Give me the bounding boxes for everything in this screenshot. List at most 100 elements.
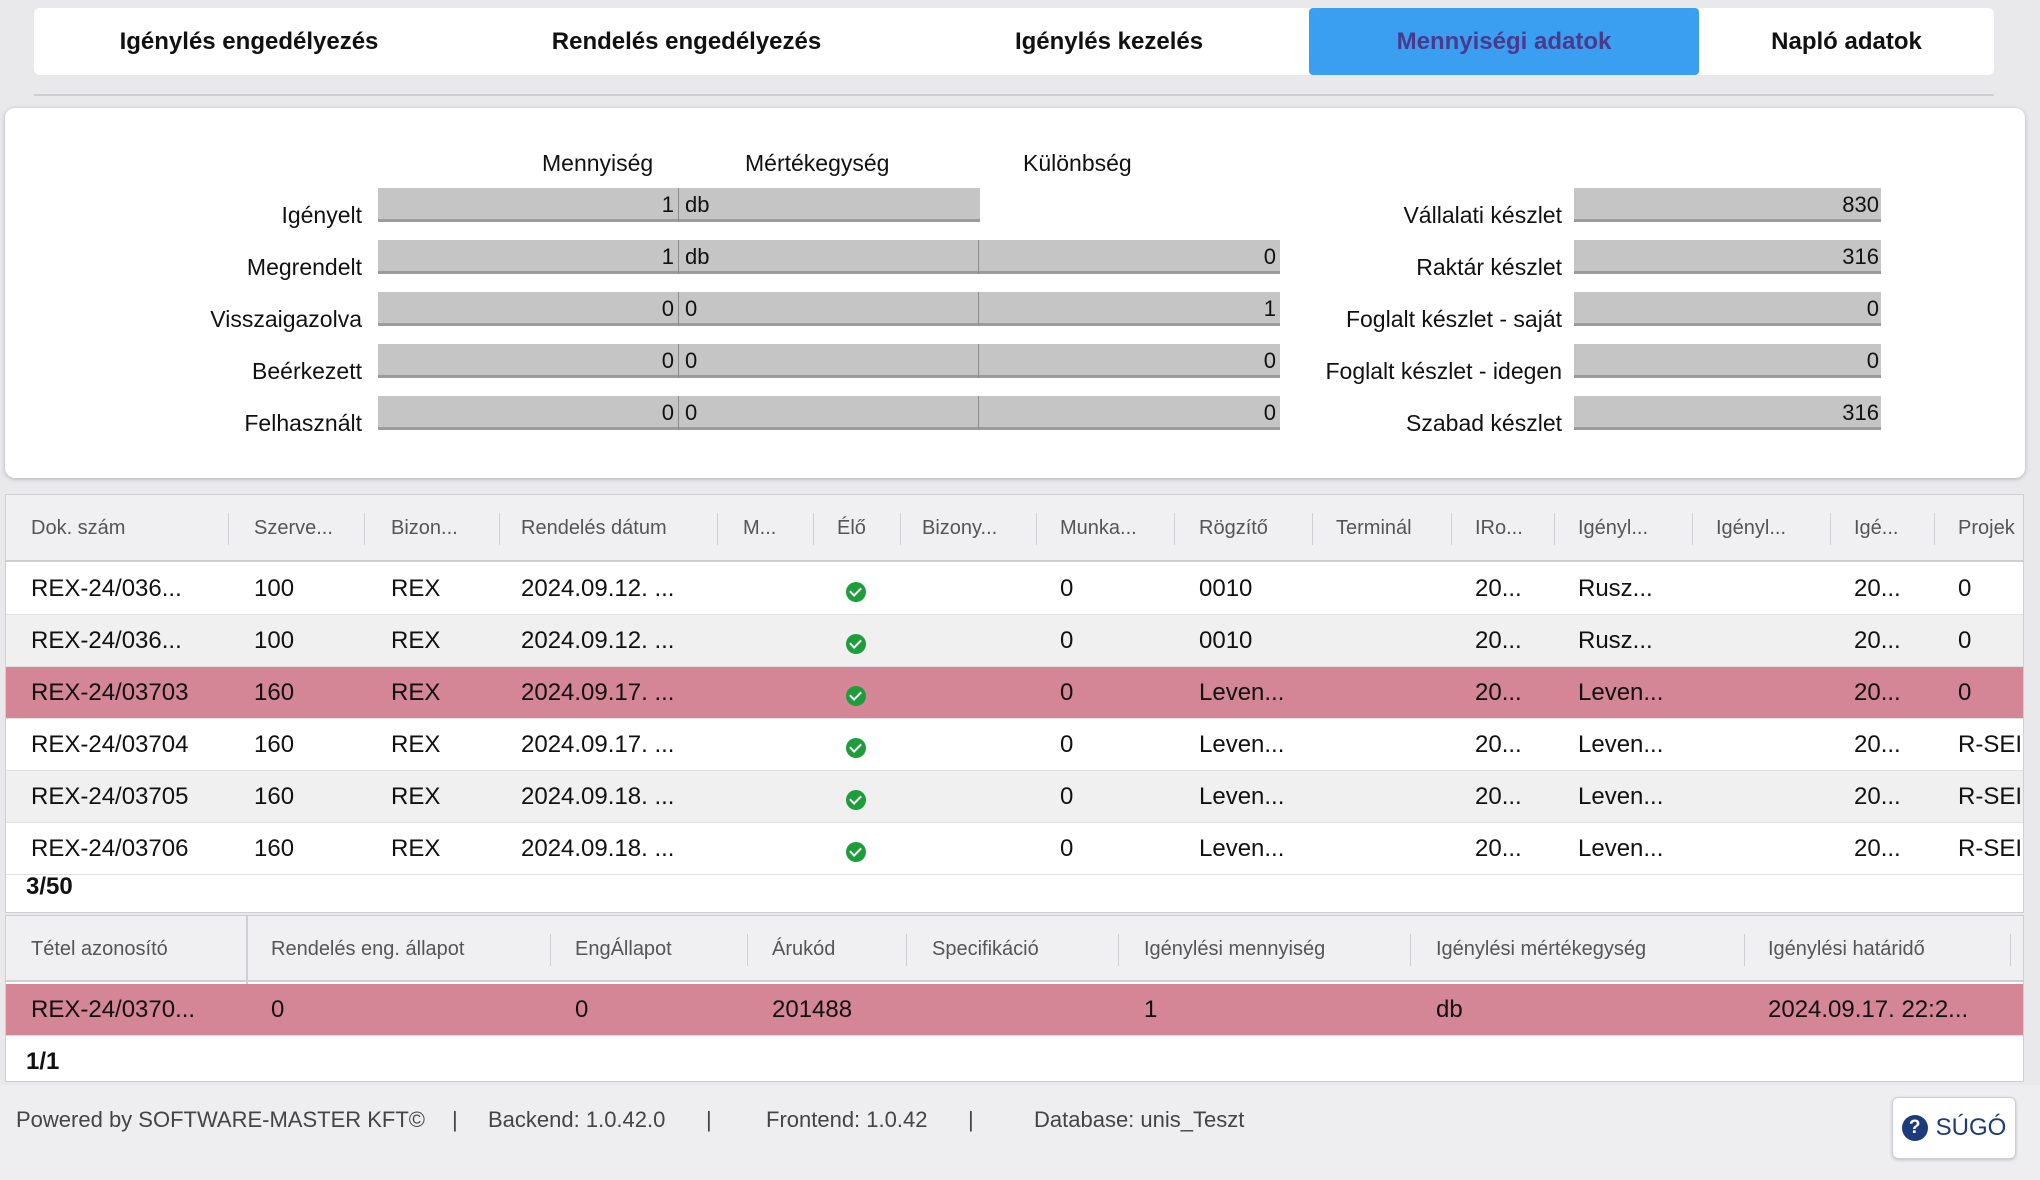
col-arukod[interactable]: Árukód bbox=[772, 916, 892, 982]
header-mertekegyseg: Mértékegység bbox=[745, 150, 890, 176]
col-eng-allapot[interactable]: EngÁllapot bbox=[575, 916, 735, 982]
tab-mennyisegi-adatok[interactable]: Mennyiségi adatok bbox=[1309, 8, 1699, 75]
col-specifikacio[interactable]: Specifikáció bbox=[932, 916, 1102, 982]
col-igenylesi-mertekegyseg[interactable]: Igénylési mértékegység bbox=[1436, 916, 1736, 982]
col-m[interactable]: M... bbox=[743, 495, 803, 562]
help-button[interactable]: ? SÚGÓ bbox=[1892, 1097, 2016, 1159]
col-projekt[interactable]: Projek bbox=[1958, 495, 2023, 562]
table-row[interactable]: REX-24/03706 160 REX 2024.09.18. ... 0 Leven.… bbox=[6, 823, 2023, 875]
table-row[interactable]: REX-24/03703 160 REX 2024.09.17. ... 0 Leven.… bbox=[6, 667, 2023, 719]
column-divider[interactable] bbox=[2010, 934, 2011, 966]
col-munkaszam[interactable]: Munka... bbox=[1060, 495, 1160, 562]
column-divider[interactable] bbox=[1744, 934, 1745, 966]
col-bizonylat-tipus[interactable]: Bizon... bbox=[391, 495, 491, 562]
foglalt-sajat-value: 0 bbox=[1574, 292, 1881, 326]
tab-naplo-adatok[interactable]: Napló adatok bbox=[1699, 8, 1994, 75]
column-divider[interactable] bbox=[813, 513, 814, 545]
cell-rogzito: Leven... bbox=[1199, 783, 1285, 810]
cell-projekt: 0 bbox=[1958, 575, 1972, 602]
footer: Powered by SOFTWARE-MASTER KFT© | Backen… bbox=[0, 1085, 2040, 1180]
footer-database: Database: unis_Teszt bbox=[1034, 1107, 1245, 1132]
igenyelt-qty: 1 bbox=[661, 192, 674, 217]
col-rendeles-datum[interactable]: Rendelés dátum bbox=[521, 495, 691, 562]
cell-rendeles-datum: 2024.09.17. ... bbox=[521, 679, 675, 706]
column-divider[interactable] bbox=[747, 934, 748, 966]
col-dok-szam[interactable]: Dok. szám bbox=[31, 495, 221, 562]
cell-szervezet: 100 bbox=[254, 575, 295, 602]
column-divider[interactable] bbox=[717, 513, 718, 545]
col-elo[interactable]: Élő bbox=[837, 495, 897, 562]
column-divider[interactable] bbox=[1036, 513, 1037, 545]
cell-rendeles-datum: 2024.09.17. ... bbox=[521, 731, 675, 758]
col-terminal[interactable]: Terminál bbox=[1336, 495, 1446, 562]
col-igenylo-1[interactable]: Igényl... bbox=[1578, 495, 1678, 562]
tab-rendeles-engedelyezes[interactable]: Rendelés engedélyezés bbox=[464, 8, 909, 75]
cell-munkaszam: 0 bbox=[1060, 783, 1074, 810]
column-divider[interactable] bbox=[1410, 934, 1411, 966]
table-row[interactable]: REX-24/0370... 0 0 201488 1 db 2024.09.1… bbox=[6, 984, 2023, 1036]
cell-rogzito: Leven... bbox=[1199, 731, 1285, 758]
col-rogzito[interactable]: Rögzítő bbox=[1199, 495, 1299, 562]
col-rendeles-eng-allapot[interactable]: Rendelés eng. állapot bbox=[271, 916, 511, 982]
col-igenylo-2[interactable]: Igényl... bbox=[1716, 495, 1816, 562]
cell-igenylo: Leven... bbox=[1578, 731, 1664, 758]
col-tetel-azonosito[interactable]: Tétel azonosító bbox=[31, 916, 241, 982]
col-iro[interactable]: IRo... bbox=[1475, 495, 1545, 562]
cell-dok-szam: REX-24/036... bbox=[31, 575, 182, 602]
tab-igenyles-kezeles[interactable]: Igénylés kezelés bbox=[909, 8, 1309, 75]
check-circle-icon bbox=[846, 790, 866, 810]
column-divider[interactable] bbox=[1830, 513, 1831, 545]
label-vallalati-keszlet: Vállalati készlet bbox=[1403, 202, 1562, 228]
table-row[interactable]: REX-24/036... 100 REX 2024.09.12. ... 0 0010 2… bbox=[6, 563, 2023, 615]
visszaigazolva-unit: 0 bbox=[685, 296, 698, 321]
column-divider[interactable] bbox=[1934, 513, 1935, 545]
column-divider[interactable] bbox=[1554, 513, 1555, 545]
cell-rogzito: Leven... bbox=[1199, 835, 1285, 862]
label-foglalt-idegen: Foglalt készlet - idegen bbox=[1325, 358, 1562, 384]
cell-iro: 20... bbox=[1475, 731, 1522, 758]
cell-rendeles-eng-allapot: 0 bbox=[271, 996, 285, 1023]
column-divider[interactable] bbox=[906, 934, 907, 966]
orders-grid-header: Dok. szám Szerve... Bizon... Rendelés dá… bbox=[6, 495, 2023, 562]
megrendelt-unit: db bbox=[685, 244, 710, 269]
cell-szervezet: 160 bbox=[254, 835, 295, 862]
cell-rendeles-datum: 2024.09.18. ... bbox=[521, 835, 675, 862]
column-divider[interactable] bbox=[1451, 513, 1452, 545]
column-divider[interactable] bbox=[900, 513, 901, 545]
table-row[interactable]: REX-24/036... 100 REX 2024.09.12. ... 0 0010 2… bbox=[6, 615, 2023, 667]
megrendelt-field: 1 db 0 bbox=[378, 240, 1280, 274]
col-szervezet[interactable]: Szerve... bbox=[254, 495, 354, 562]
cell-szervezet: 160 bbox=[254, 783, 295, 810]
column-divider[interactable] bbox=[1174, 513, 1175, 545]
column-divider[interactable] bbox=[550, 934, 551, 966]
col-igenylesi-hatarido[interactable]: Igénylési határidő bbox=[1768, 916, 1988, 982]
cell-rendeles-datum: 2024.09.12. ... bbox=[521, 575, 675, 602]
col-bizonylat[interactable]: Bizony... bbox=[922, 495, 1022, 562]
col-igeny-datum[interactable]: Igé... bbox=[1854, 495, 1924, 562]
cell-projekt: 0 bbox=[1958, 627, 1972, 654]
label-visszaigazolva: Visszaigazolva bbox=[210, 306, 362, 332]
cell-bizonylat-tipus: REX bbox=[391, 731, 441, 758]
col-igenylesi-mennyiseg[interactable]: Igénylési mennyiség bbox=[1144, 916, 1394, 982]
footer-separator: | bbox=[452, 1107, 458, 1132]
column-divider[interactable] bbox=[499, 513, 500, 545]
column-divider[interactable] bbox=[228, 513, 229, 545]
megrendelt-diff: 0 bbox=[1263, 244, 1276, 269]
beerkezett-diff: 0 bbox=[1263, 348, 1276, 373]
column-divider[interactable] bbox=[364, 513, 365, 545]
cell-arukod: 201488 bbox=[772, 996, 853, 1023]
cell-igenylo: Rusz... bbox=[1578, 627, 1653, 654]
label-felhasznalt: Felhasznált bbox=[244, 410, 362, 436]
table-row[interactable]: REX-24/03704 160 REX 2024.09.17. ... 0 Leven.… bbox=[6, 719, 2023, 771]
visszaigazolva-field: 0 0 1 bbox=[378, 292, 1280, 326]
cell-projekt: R-SEI bbox=[1958, 835, 2023, 862]
column-divider[interactable] bbox=[1118, 934, 1119, 966]
cell-munkaszam: 0 bbox=[1060, 575, 1074, 602]
cell-igenylesi-mertekegyseg: db bbox=[1436, 996, 1463, 1023]
tab-igenyles-engedelyezes[interactable]: Igénylés engedélyezés bbox=[34, 8, 464, 75]
column-divider[interactable] bbox=[1692, 513, 1693, 545]
felhasznalt-unit: 0 bbox=[685, 400, 698, 425]
table-row[interactable]: REX-24/03705 160 REX 2024.09.18. ... 0 Leven.… bbox=[6, 771, 2023, 823]
cell-tetel-azonosito: REX-24/0370... bbox=[31, 996, 196, 1023]
column-divider[interactable] bbox=[1312, 513, 1313, 545]
